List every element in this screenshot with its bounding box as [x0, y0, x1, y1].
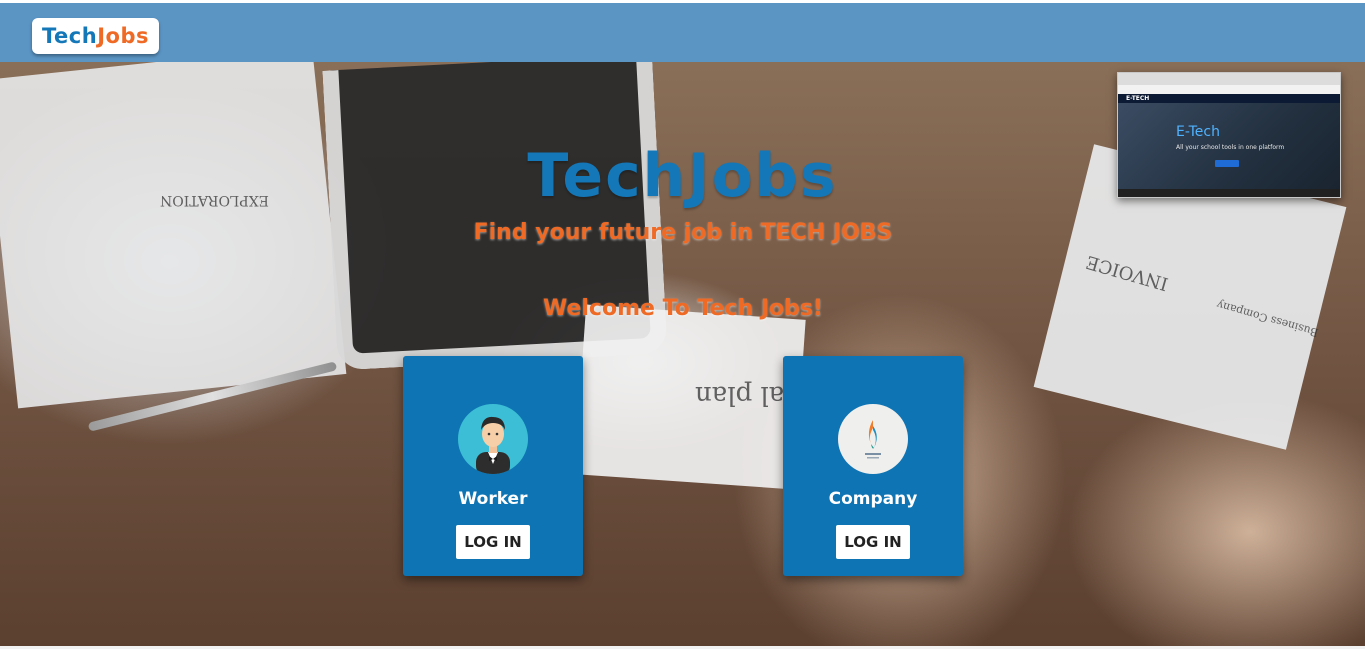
preview-taskbar: [1118, 189, 1340, 197]
hero-logo-part1: Tech: [527, 141, 688, 211]
worker-avatar-icon: [458, 404, 528, 474]
newspaper-decoration: [0, 62, 347, 409]
tagline: Find your future job in TECH JOBS: [473, 220, 893, 245]
preview-brand: E-TECH: [1126, 95, 1150, 102]
company-card: Company LOG IN: [783, 356, 963, 576]
worker-login-button[interactable]: LOG IN: [456, 525, 530, 559]
preview-address-bar: [1118, 85, 1340, 94]
bg-text-plan: al plan: [695, 380, 785, 410]
preview-title: E-Tech: [1176, 124, 1220, 140]
welcome-heading: Welcome To Tech Jobs!: [542, 296, 823, 321]
preview-thumbnail[interactable]: E-TECH E-Tech All your school tools in o…: [1117, 72, 1341, 198]
preview-button: [1215, 160, 1239, 167]
preview-subtitle: All your school tools in one platform: [1176, 144, 1285, 151]
company-logo-icon: [838, 404, 908, 474]
header-logo[interactable]: TechJobs: [32, 18, 159, 54]
preview-browser-bar: [1118, 73, 1340, 85]
preview-menu: E-TECH: [1118, 94, 1340, 103]
hero-logo-part2: Jobs: [687, 141, 838, 211]
company-label: Company: [828, 489, 918, 509]
navbar: TechJobs: [0, 3, 1365, 62]
bg-text-exploration: EXPLORATION: [160, 192, 269, 208]
worker-card: Worker LOG IN: [403, 356, 583, 576]
worker-label: Worker: [458, 489, 528, 509]
header-logo-part1: Tech: [42, 24, 98, 48]
header-logo-part2: Jobs: [97, 24, 149, 48]
hero-logo: TechJobs: [490, 140, 875, 212]
company-login-button[interactable]: LOG IN: [836, 525, 910, 559]
